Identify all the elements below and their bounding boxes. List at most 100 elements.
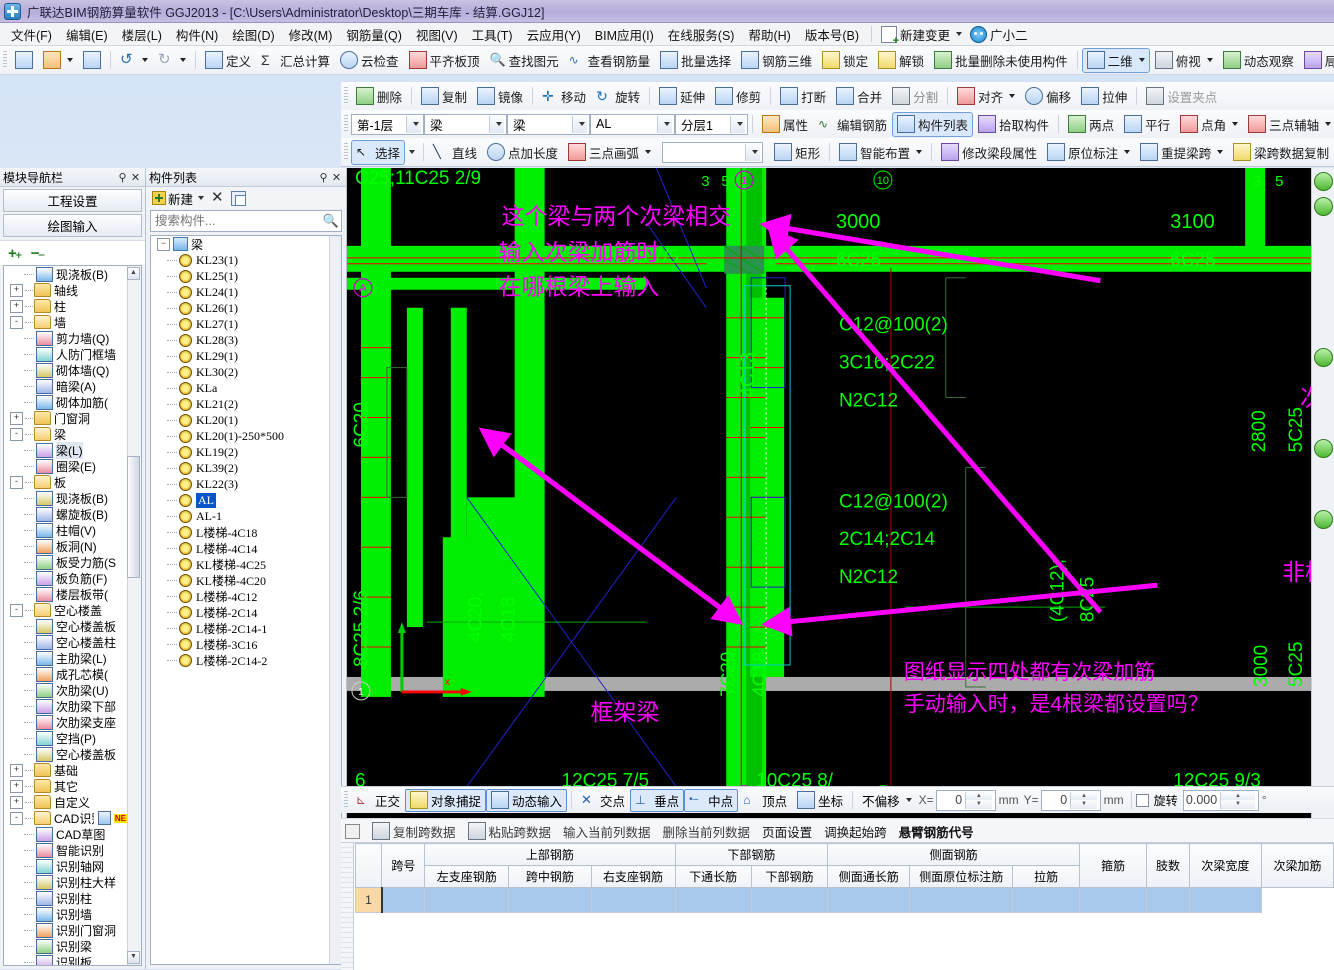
nav-tree-item[interactable]: 梁(L) xyxy=(4,441,127,459)
component-list-item[interactable]: KL28(3) xyxy=(151,332,341,348)
component-list-item[interactable]: KL29(1) xyxy=(151,348,341,364)
component-list-item[interactable]: KL楼梯-4C25 xyxy=(151,556,341,572)
component-list-item[interactable]: L楼梯-4C14 xyxy=(151,540,341,556)
nav-tree-item[interactable]: 现浇板(B) xyxy=(4,490,127,506)
component-list-item[interactable]: KL23(1) xyxy=(151,252,341,268)
top-view-button[interactable]: 俯视 xyxy=(1150,48,1218,73)
user-account-button[interactable]: 广小二 xyxy=(966,24,1032,45)
collapse-all-icon[interactable]: −₋ xyxy=(31,244,46,262)
nav-tree-item[interactable]: CAD草图 xyxy=(4,826,127,842)
nav-button-draw-input[interactable]: 绘图输入 xyxy=(3,214,142,237)
component-list-item[interactable]: KL24(1) xyxy=(151,284,341,300)
menu-online[interactable]: 在线服务(S) xyxy=(661,23,742,46)
snap-midpoint[interactable]: •– 中点 xyxy=(684,788,739,812)
component-list-item[interactable]: KL25(1) xyxy=(151,268,341,284)
nav-tree-item[interactable]: 柱帽(V) xyxy=(4,522,127,538)
y-coordinate-input[interactable]: 0 ▲ ▼ xyxy=(1040,789,1101,811)
new-component-button[interactable]: 新建 xyxy=(152,189,205,208)
member-selector[interactable]: AL xyxy=(590,113,675,135)
component-list-item[interactable]: KL20(1) xyxy=(151,412,341,428)
nav-tree-item[interactable]: 人防门框墙 xyxy=(4,346,127,362)
re-extract-span-button[interactable]: 重提梁跨 xyxy=(1135,140,1228,165)
nav-tree-item[interactable]: 圈梁(E) xyxy=(4,458,127,474)
toolbar-gripper[interactable] xyxy=(3,51,7,69)
menu-rebar[interactable]: 钢筋量(Q) xyxy=(339,23,409,46)
nav-tree-item[interactable]: 板受力筋(S xyxy=(4,554,127,570)
close-icon[interactable]: ✕ xyxy=(330,171,343,184)
chevron-down-icon[interactable] xyxy=(657,115,672,133)
nav-tree-item[interactable]: -板 xyxy=(4,474,127,490)
component-list-item[interactable]: L楼梯-2C14-2 xyxy=(151,652,341,668)
view-rebar-button[interactable]: ∿ 查看钢筋量 xyxy=(564,48,656,73)
component-tree-scrollbar[interactable] xyxy=(329,236,341,964)
rotate-spinner[interactable]: ▲ ▼ xyxy=(1220,791,1258,809)
nav-tree-item[interactable]: 螺旋板(B) xyxy=(4,506,127,522)
nav-tree-item[interactable]: 空心楼盖板 xyxy=(4,618,127,634)
redo-button[interactable]: ↻ xyxy=(153,49,191,71)
collapse-icon[interactable]: - xyxy=(10,603,23,617)
undo-button[interactable]: ↺ xyxy=(115,49,153,71)
nav-tree-item[interactable]: 识别板 xyxy=(4,954,127,965)
module-tree[interactable]: 现浇板(B) + 轴线 + 柱 - 墙剪力墙(Q) 人防门框墙 砌体墙(Q) 暗梁(A) 砌体加筋(… xyxy=(3,265,142,966)
menu-view[interactable]: 视图(V) xyxy=(409,23,465,46)
nav-tree-item[interactable]: + 门窗洞 xyxy=(4,410,127,426)
expand-icon[interactable]: + xyxy=(10,283,23,297)
nav-tree-item[interactable]: 剪力墙(Q) xyxy=(4,330,127,346)
rectangle-button[interactable]: 矩形 xyxy=(769,140,825,165)
search-icon[interactable]: 🔍 xyxy=(321,213,341,229)
chevron-down-icon[interactable] xyxy=(745,143,761,161)
expand-icon[interactable]: + xyxy=(10,299,23,313)
cantilever-code-button[interactable]: 悬臂钢筋代号 xyxy=(893,820,980,843)
component-list-button[interactable]: 构件列表 xyxy=(892,111,974,137)
two-point-button[interactable]: 两点 xyxy=(1063,112,1119,137)
type-selector[interactable]: 梁 xyxy=(507,113,590,135)
break-button[interactable]: 打断 xyxy=(775,84,831,109)
batch-select-button[interactable]: 批量选择 xyxy=(655,48,736,73)
expand-icon[interactable]: + xyxy=(10,763,23,777)
nav-tree-item[interactable]: 识别柱大样 xyxy=(4,874,127,890)
collapse-icon[interactable]: - xyxy=(10,427,23,441)
find-element-button[interactable]: 🔍 查找图元 xyxy=(485,48,564,73)
input-current-column-button[interactable]: 输入当前列数据 xyxy=(557,820,657,843)
nav-tree-item[interactable]: 智能识别 xyxy=(4,842,127,858)
component-list-item[interactable]: KL20(1)-250*500 xyxy=(151,428,341,444)
mirror-button[interactable]: 镜像 xyxy=(472,84,528,109)
layer-selector[interactable]: 分层1 xyxy=(675,113,748,135)
menu-edit[interactable]: 编辑(E) xyxy=(59,23,115,46)
copy-span-data-button[interactable]: 复制跨数据 xyxy=(366,820,462,843)
align-button[interactable]: 对齐 xyxy=(952,84,1020,109)
snap-coordinate[interactable]: 坐标 xyxy=(792,789,848,812)
toolbar-gripper[interactable] xyxy=(344,791,348,809)
pan-tool-icon[interactable] xyxy=(1313,348,1333,367)
nav-tree-item[interactable]: 次肋梁(U) xyxy=(4,682,127,698)
rebar-3d-button[interactable]: 钢筋三维 xyxy=(736,48,817,73)
component-list-item[interactable]: KL27(1) xyxy=(151,316,341,332)
collapse-icon[interactable]: - xyxy=(10,475,23,489)
select-button[interactable]: ↖ 选择 xyxy=(351,139,406,165)
menu-member[interactable]: 构件(N) xyxy=(169,23,225,46)
component-list-item[interactable]: L楼梯-2C14-1 xyxy=(151,620,341,636)
component-list-item[interactable]: AL-1 xyxy=(151,508,341,524)
nav-button-project-settings[interactable]: 工程设置 xyxy=(3,189,142,212)
nav-tree-item[interactable]: 次肋梁下部 xyxy=(4,698,127,714)
expand-icon[interactable]: + xyxy=(10,779,23,793)
pin-icon[interactable]: ⚲ xyxy=(116,171,129,184)
table-cell[interactable] xyxy=(1146,887,1190,913)
parallel-button[interactable]: 平行 xyxy=(1119,112,1175,137)
expand-all-icon[interactable]: +₊ xyxy=(8,244,23,262)
nav-tree-item[interactable]: 识别轴网 xyxy=(4,858,127,874)
component-list-item[interactable]: KL楼梯-4C20 xyxy=(151,572,341,588)
menu-file[interactable]: 文件(F) xyxy=(4,23,59,46)
component-list-item[interactable]: KL30(2) xyxy=(151,364,341,380)
collapse-icon[interactable]: - xyxy=(10,315,23,329)
new-change-button[interactable]: 新建变更 xyxy=(877,24,966,46)
toolbar-gripper[interactable] xyxy=(344,115,348,133)
table-cell[interactable] xyxy=(590,887,676,913)
set-grip-button[interactable]: 设置夹点 xyxy=(1141,84,1222,109)
x-coordinate-input[interactable]: 0 ▲ ▼ xyxy=(935,789,996,811)
component-list-item[interactable]: L楼梯-4C12 xyxy=(151,588,341,604)
edit-rebar-button[interactable]: ∿ 编辑钢筋 xyxy=(813,112,892,137)
table-cell[interactable] xyxy=(827,887,911,913)
nav-tree-item[interactable]: 板负筋(F) xyxy=(4,570,127,586)
nav-tree-item[interactable]: - 空心楼盖 xyxy=(4,602,127,618)
